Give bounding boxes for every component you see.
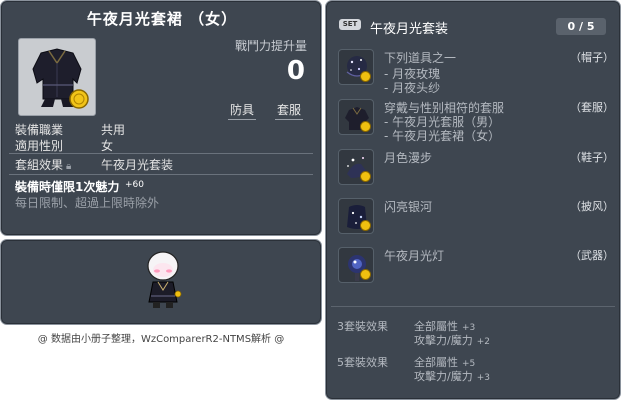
divider bbox=[9, 174, 313, 175]
set-effect-row: 套組效果 🔒︎ 午夜月光套装 bbox=[15, 156, 173, 173]
set-effect-label: 套組效果 bbox=[15, 158, 64, 172]
power-label: 戰鬥力提升量 bbox=[234, 39, 307, 53]
item-icon bbox=[18, 38, 96, 116]
lock-icon: 🔒︎ bbox=[66, 161, 72, 172]
set-item-option: - 月夜头纱 bbox=[384, 81, 441, 95]
job-label: 裝備職業 bbox=[15, 123, 64, 137]
effect-5-line: 攻擊力/魔力 +3 bbox=[414, 368, 490, 384]
set-title: 午夜月光套装 bbox=[370, 22, 449, 37]
tag-set: 套服 bbox=[273, 101, 305, 120]
outfit-icon bbox=[32, 48, 89, 109]
limit-text: 每日限制、超過上限時除外 bbox=[15, 196, 160, 210]
gender-row: 適用性別 女 bbox=[15, 137, 113, 154]
effect-text: 攻擊力/魔力 bbox=[414, 334, 473, 347]
set-count: 0 / 5 bbox=[556, 18, 606, 35]
tag-set-label: 套服 bbox=[277, 103, 302, 117]
character-avatar bbox=[147, 251, 182, 308]
set-item-slot: （帽子） bbox=[570, 51, 614, 64]
item-title: 午夜月光套裙 （女） bbox=[86, 10, 238, 28]
effect-5-label: 5套裝效果 bbox=[337, 356, 388, 369]
footer-credit: @ 数据由小册子整理，WzComparerR2-NTMS解析 @ bbox=[37, 334, 285, 345]
set-item-slot: （披风） bbox=[570, 200, 614, 213]
set-item-name: 午夜月光灯 bbox=[384, 249, 445, 263]
set-item-slot: （鞋子） bbox=[570, 151, 614, 164]
item-tooltip-panel: 午夜月光套裙 （女） 戰鬥力提升量 0 防具 套服 裝備職業 共用 適用性別 女… bbox=[0, 0, 322, 236]
set-effect-value: 午夜月光套装 bbox=[101, 158, 174, 172]
job-row: 裝備職業 共用 bbox=[15, 121, 125, 138]
effect-value: +2 bbox=[476, 337, 490, 347]
cape-icon bbox=[338, 198, 374, 234]
charm-value: +60 bbox=[125, 180, 144, 190]
hat-icon bbox=[338, 49, 374, 85]
gender-label: 適用性別 bbox=[15, 139, 64, 153]
tag-armor: 防具 bbox=[226, 101, 258, 120]
effect-3-label: 3套裝效果 bbox=[337, 320, 388, 333]
set-item-name: 下列道具之一 bbox=[384, 51, 457, 65]
set-item-name: 月色漫步 bbox=[384, 151, 433, 165]
effect-3-line: 攻擊力/魔力 +2 bbox=[414, 332, 490, 348]
divider bbox=[331, 306, 615, 307]
charm-label: 裝備時僅限1次魅力 bbox=[15, 180, 120, 194]
set-item-slot: （套服） bbox=[570, 101, 614, 114]
divider bbox=[9, 153, 313, 154]
effect-value: +3 bbox=[476, 373, 490, 383]
lamp-icon bbox=[338, 247, 374, 283]
gender-value: 女 bbox=[101, 139, 114, 153]
job-value: 共用 bbox=[101, 123, 126, 137]
charm-row: 裝備時僅限1次魅力 bbox=[15, 178, 119, 195]
set-item-name: 闪亮银河 bbox=[384, 200, 433, 214]
outfit-icon bbox=[338, 99, 374, 135]
tag-armor-label: 防具 bbox=[230, 103, 255, 117]
effect-text: 攻擊力/魔力 bbox=[414, 370, 473, 383]
power-value: 0 bbox=[286, 56, 305, 86]
set-item-slot: （武器） bbox=[570, 249, 614, 262]
shoes-icon bbox=[338, 149, 374, 185]
set-badge: SET bbox=[339, 19, 361, 30]
set-item-option: - 午夜月光套裙（女） bbox=[384, 129, 501, 143]
